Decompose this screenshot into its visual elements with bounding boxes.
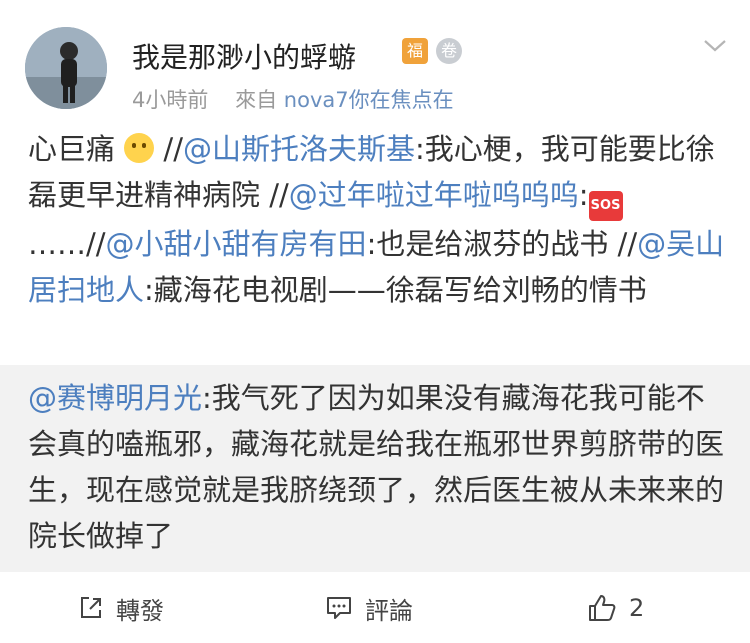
comment-icon [327, 597, 351, 619]
medal-badge-icon[interactable]: 卷 [436, 38, 462, 64]
thumbs-up-icon [589, 595, 616, 621]
mention-link[interactable]: @山斯托洛夫斯基 [183, 132, 415, 166]
body-text: :藏海花电视剧——徐磊写给刘畅的情书 [144, 273, 647, 307]
mention-link[interactable]: @过年啦过年啦呜呜呜 [289, 178, 579, 212]
like-button[interactable]: 2 [587, 588, 644, 628]
avatar-image [25, 27, 107, 109]
chevron-down-icon[interactable] [700, 30, 730, 60]
post-body: 心巨痛 //@山斯托洛夫斯基:我心梗，我可能要比徐磊更早进精神病院 //@过年啦… [28, 126, 728, 313]
comment-label: 評論 [365, 596, 413, 625]
avatar[interactable] [25, 27, 107, 109]
like-count: 2 [629, 594, 645, 622]
repost-button[interactable]: 轉發 [78, 588, 164, 628]
body-text: : [578, 178, 589, 212]
post-source[interactable]: nova7你在焦点在 [284, 88, 454, 112]
action-bar: 轉發 評論 2 [0, 572, 750, 643]
sos-emoji-icon: SOS [588, 191, 623, 221]
body-text: // [154, 132, 183, 166]
smile-emoji [124, 133, 155, 163]
fu-badge-icon[interactable]: 福 [402, 38, 428, 64]
username[interactable]: 我是那渺小的蜉蝣 [132, 36, 356, 76]
post-meta: 4小時前 來自 nova7你在焦点在 [132, 84, 454, 114]
from-label: 來自 [235, 88, 278, 112]
repost-quote[interactable]: @赛博明月光:我气死了因为如果没有藏海花我可能不会真的嗑瓶邪，藏海花就是给我在瓶… [0, 365, 750, 572]
mention-link[interactable]: @小甜小甜有房有田 [106, 227, 367, 261]
comment-button[interactable]: 評論 [325, 588, 413, 628]
repost-author-mention[interactable]: @赛博明月光 [28, 381, 202, 415]
repost-label: 轉發 [116, 596, 164, 625]
post-time: 4小時前 [132, 88, 209, 112]
body-text: ……// [28, 227, 106, 261]
body-text: :也是给淑芬的战书 // [366, 227, 638, 261]
post-header: 我是那渺小的蜉蝣 福 卷 4小時前 來自 nova7你在焦点在 [0, 0, 750, 120]
repost-icon [81, 597, 101, 618]
repost-text-block: @赛博明月光:我气死了因为如果没有藏海花我可能不会真的嗑瓶邪，藏海花就是给我在瓶… [28, 375, 728, 559]
body-text: 心巨痛 [28, 132, 125, 166]
